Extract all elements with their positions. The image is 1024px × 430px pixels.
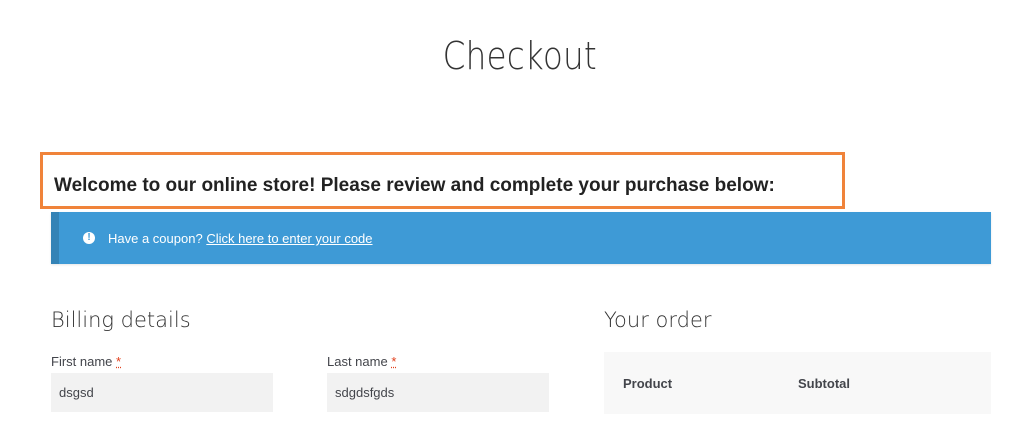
welcome-message-box: Welcome to our online store! Please revi… <box>40 152 845 209</box>
your-order-title: Your order <box>604 308 712 332</box>
page-title: Checkout <box>442 34 597 78</box>
last-name-label-text: Last name <box>327 354 388 369</box>
coupon-text: Have a coupon? Click here to enter your … <box>108 231 373 246</box>
billing-details-title: Billing details <box>51 308 191 332</box>
info-icon: ! <box>83 232 95 244</box>
coupon-link[interactable]: Click here to enter your code <box>206 231 372 246</box>
first-name-label-text: First name <box>51 354 113 369</box>
first-name-label: First name * <box>51 354 121 369</box>
required-mark: * <box>391 354 397 369</box>
last-name-field[interactable] <box>327 373 549 412</box>
order-table: Product Subtotal <box>604 352 991 414</box>
subtotal-column-header: Subtotal <box>798 376 850 391</box>
coupon-prefix: Have a coupon? <box>108 231 203 246</box>
welcome-message: Welcome to our online store! Please revi… <box>54 175 775 196</box>
required-mark: * <box>116 354 122 369</box>
product-column-header: Product <box>623 376 673 391</box>
last-name-label: Last name * <box>327 354 396 369</box>
first-name-field[interactable] <box>51 373 273 412</box>
coupon-notice: ! Have a coupon? Click here to enter you… <box>51 212 991 264</box>
